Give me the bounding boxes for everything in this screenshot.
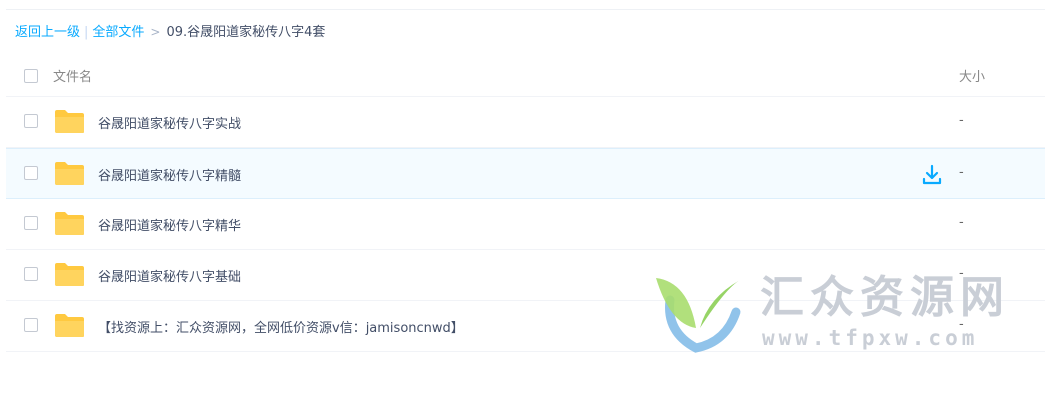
current-folder: 09.谷晟阳道家秘传八字4套 bbox=[166, 25, 326, 40]
row-checkbox[interactable] bbox=[24, 216, 38, 230]
file-size: - bbox=[959, 215, 964, 230]
file-name[interactable]: 【找资源上：汇众资源网，全网低价资源v信：jamisoncnwd】 bbox=[98, 317, 464, 336]
file-list-header: 文件名 大小 bbox=[6, 50, 1045, 97]
file-size: - bbox=[959, 113, 964, 128]
leaf-logo-icon bbox=[656, 278, 741, 353]
top-divider bbox=[6, 9, 1045, 10]
row-checkbox[interactable] bbox=[24, 114, 38, 128]
row-checkbox[interactable] bbox=[24, 166, 38, 180]
download-icon[interactable] bbox=[921, 164, 943, 186]
watermark-url: www.tfpxw.com bbox=[762, 326, 979, 350]
folder-icon bbox=[55, 263, 84, 286]
file-name[interactable]: 谷晟阳道家秘传八字精髓 bbox=[98, 165, 241, 184]
folder-icon bbox=[55, 314, 84, 337]
file-name[interactable]: 谷晟阳道家秘传八字精华 bbox=[98, 215, 241, 234]
breadcrumb-separator: | bbox=[84, 25, 89, 40]
folder-icon bbox=[55, 212, 84, 235]
watermark: 汇众资源网 www.tfpxw.com bbox=[652, 272, 1004, 354]
watermark-title: 汇众资源网 bbox=[760, 272, 1010, 323]
list-item[interactable]: 谷晟阳道家秘传八字精髓 - bbox=[6, 148, 1045, 199]
folder-icon bbox=[55, 162, 84, 185]
folder-icon bbox=[55, 110, 84, 133]
breadcrumb-chevron: > bbox=[150, 25, 161, 39]
row-checkbox[interactable] bbox=[24, 267, 38, 281]
select-all-checkbox[interactable] bbox=[24, 69, 38, 83]
list-item[interactable]: 谷晟阳道家秘传八字精华 - bbox=[6, 199, 1045, 250]
column-header-size[interactable]: 大小 bbox=[959, 66, 985, 85]
column-header-name[interactable]: 文件名 bbox=[53, 66, 92, 85]
list-item[interactable]: 谷晟阳道家秘传八字实战 - bbox=[6, 97, 1045, 148]
breadcrumb: 返回上一级 | 全部文件 >09.谷晟阳道家秘传八字4套 bbox=[15, 23, 325, 41]
back-link[interactable]: 返回上一级 bbox=[15, 25, 80, 40]
file-size: - bbox=[959, 165, 964, 180]
all-files-link[interactable]: 全部文件 bbox=[92, 25, 144, 40]
file-name[interactable]: 谷晟阳道家秘传八字实战 bbox=[98, 113, 241, 132]
file-name[interactable]: 谷晟阳道家秘传八字基础 bbox=[98, 266, 241, 285]
row-checkbox[interactable] bbox=[24, 318, 38, 332]
